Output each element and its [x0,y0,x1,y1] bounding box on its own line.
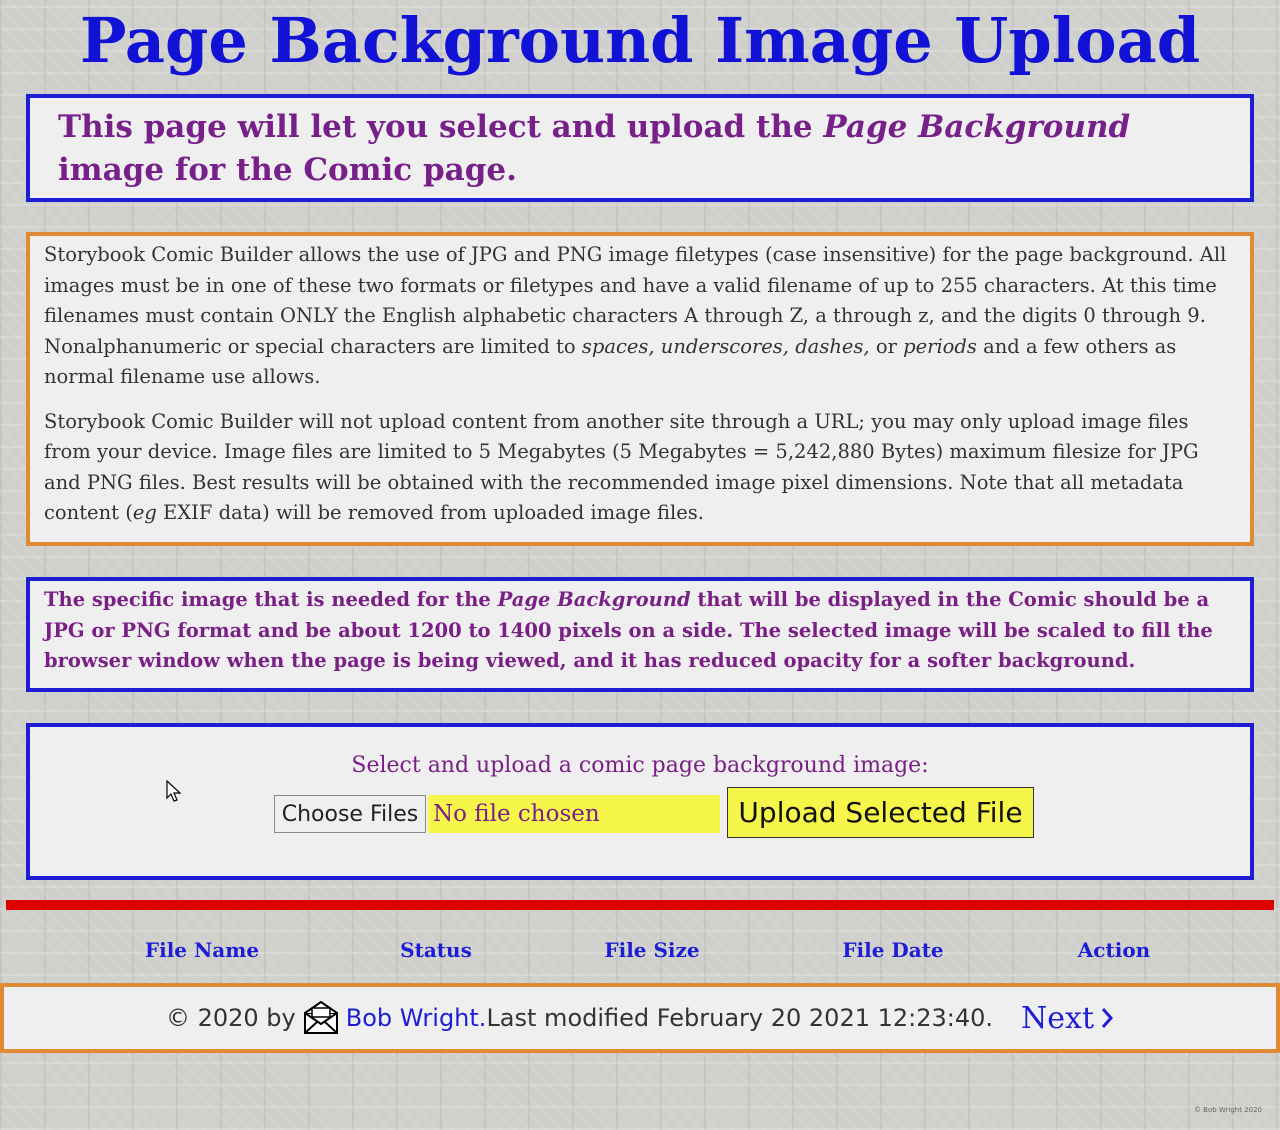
info-text: EXIF data) will be removed from uploaded… [156,501,704,524]
intro-text: This page will let you select and upload… [58,106,1222,192]
mouse-pointer-icon [166,780,182,802]
footer: © 2020 by Bob Wright. Last modified Febr… [0,983,1280,1053]
file-table-header: File Name Status File Size File Date Act… [66,924,1212,976]
intro-text-part: image for the Comic page. [58,152,517,188]
file-status: No file chosen [428,795,720,833]
chevron-right-icon [1101,1008,1114,1028]
next-link[interactable]: Next [1021,1001,1114,1036]
envelope-icon[interactable] [302,999,340,1037]
info-emphasis: eg [132,501,157,524]
author-link[interactable]: Bob Wright. [346,1004,487,1032]
info-box: Storybook Comic Builder allows the use o… [26,232,1254,546]
intro-text-part: This page will let you select and upload… [58,109,824,145]
watermark: © Bob Wright 2020 [1193,1106,1262,1114]
footer-content: © 2020 by Bob Wright. Last modified Febr… [4,987,1276,1049]
upload-selected-file-button[interactable]: Upload Selected File [727,787,1034,838]
next-label: Next [1021,1000,1095,1036]
page-title: Page Background Image Upload [79,4,1201,77]
intro-box: This page will let you select and upload… [26,94,1254,202]
divider-rule [6,900,1274,910]
spec-emphasis: Page Background [497,588,691,611]
intro-emphasis: Page Background [823,109,1131,145]
info-emphasis: periods [903,334,977,358]
spec-text: The specific image that is needed for th… [44,585,1236,677]
spec-text-part: The specific image that is needed for th… [44,588,498,611]
spec-box: The specific image that is needed for th… [26,577,1254,692]
last-modified-text: Last modified February 20 2021 12:23:40. [486,1004,994,1032]
info-text: or [869,334,904,358]
column-header-file-size: File Size [604,938,700,962]
upload-form: Select and upload a comic page backgroun… [26,723,1254,880]
choose-files-button[interactable]: Choose Files [274,795,426,833]
column-header-file-name: File Name [144,938,260,962]
column-header-file-date: File Date [842,938,944,962]
column-header-status: Status [400,938,472,962]
copyright-text: © 2020 by [165,1004,296,1032]
upload-label: Select and upload a comic page backgroun… [351,753,929,778]
column-header-action: Action [1077,938,1151,962]
info-emphasis: spaces, underscores, dashes, [581,334,870,358]
info-paragraph-1: Storybook Comic Builder allows the use o… [44,240,1236,393]
info-paragraph-2: Storybook Comic Builder will not upload … [44,407,1236,529]
